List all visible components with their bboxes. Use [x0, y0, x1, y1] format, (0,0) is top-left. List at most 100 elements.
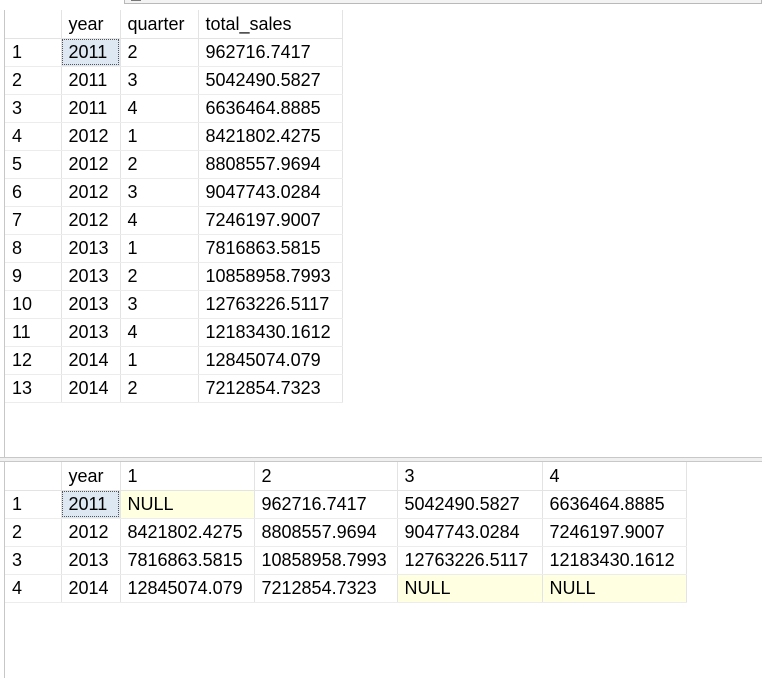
row-number-cell[interactable]: 1	[5, 38, 62, 67]
table-cell[interactable]: 962716.7417	[198, 38, 343, 67]
row-number-cell[interactable]: 2	[5, 518, 62, 547]
table-cell[interactable]: 2	[120, 38, 199, 67]
row-number-cell[interactable]: 6	[5, 178, 62, 207]
table-cell[interactable]: 2011	[61, 490, 121, 519]
table-row[interactable]: 1 2011 NULL 962716.7417 5042490.5827 6636464.…	[5, 490, 687, 519]
column-header-q2[interactable]: 2	[254, 462, 398, 491]
table-cell[interactable]: 2012	[61, 150, 121, 179]
table-cell[interactable]: 2011	[61, 38, 121, 67]
table-row[interactable]: 3 2013 7816863.5815 10858958.7993 12763226.5…	[5, 546, 687, 575]
table-cell[interactable]: 12845074.079	[198, 346, 343, 375]
table-cell[interactable]: 12183430.1612	[542, 546, 687, 575]
row-number-cell[interactable]: 10	[5, 290, 62, 319]
row-number-cell[interactable]: 4	[5, 122, 62, 151]
table-cell[interactable]: 2014	[61, 574, 121, 603]
column-header-q3[interactable]: 3	[397, 462, 543, 491]
result-grid-1[interactable]: year quarter total_sales 1 2011 2 962716.74…	[4, 10, 762, 457]
table-row[interactable]: 6 2012 3 9047743.0284	[5, 178, 343, 207]
table-cell[interactable]: 5042490.5827	[198, 66, 343, 95]
table-cell[interactable]: 2013	[61, 234, 121, 263]
table-cell[interactable]: 1	[120, 234, 199, 263]
result-grid-2[interactable]: year 1 2 3 4 1 2011 NULL 962716.7417 5042490…	[4, 462, 762, 678]
table-cell[interactable]: 2012	[61, 178, 121, 207]
row-number-cell[interactable]: 4	[5, 574, 62, 603]
table-cell[interactable]: 7212854.7323	[254, 574, 398, 603]
table-cell[interactable]: 2011	[61, 94, 121, 123]
table-cell[interactable]: 4	[120, 206, 199, 235]
table-row[interactable]: 12 2014 1 12845074.079	[5, 346, 343, 375]
table-row[interactable]: 13 2014 2 7212854.7323	[5, 374, 343, 403]
column-header-quarter[interactable]: quarter	[120, 10, 199, 39]
row-number-cell[interactable]: 5	[5, 150, 62, 179]
table-cell[interactable]: 8421802.4275	[120, 518, 255, 547]
table-row[interactable]: 3 2011 4 6636464.8885	[5, 94, 343, 123]
table-cell[interactable]: 2013	[61, 318, 121, 347]
table-row[interactable]: 4 2014 12845074.079 7212854.7323 NULL NULL	[5, 574, 687, 603]
table-cell[interactable]: 9047743.0284	[397, 518, 543, 547]
row-number-cell[interactable]: 8	[5, 234, 62, 263]
column-header-total-sales[interactable]: total_sales	[198, 10, 343, 39]
table-row[interactable]: 2 2011 3 5042490.5827	[5, 66, 343, 95]
table-cell[interactable]: 2014	[61, 346, 121, 375]
row-number-cell[interactable]: 9	[5, 262, 62, 291]
table-cell[interactable]: 2012	[61, 122, 121, 151]
row-number-cell[interactable]: 11	[5, 318, 62, 347]
table-row[interactable]: 10 2013 3 12763226.5117	[5, 290, 343, 319]
results-tab[interactable]	[124, 0, 762, 4]
table-cell[interactable]: 8808557.9694	[254, 518, 398, 547]
table-cell[interactable]: 7816863.5815	[120, 546, 255, 575]
table-cell[interactable]: 3	[120, 178, 199, 207]
table-cell[interactable]: 2	[120, 150, 199, 179]
table-cell[interactable]: 962716.7417	[254, 490, 398, 519]
table-cell[interactable]: 2	[120, 374, 199, 403]
table-cell[interactable]: 8808557.9694	[198, 150, 343, 179]
table-row[interactable]: 11 2013 4 12183430.1612	[5, 318, 343, 347]
table-cell[interactable]: NULL	[397, 574, 543, 603]
table-cell[interactable]: NULL	[120, 490, 255, 519]
table-cell[interactable]: 12763226.5117	[397, 546, 543, 575]
row-number-cell[interactable]: 12	[5, 346, 62, 375]
table-row[interactable]: 2 2012 8421802.4275 8808557.9694 9047743.028…	[5, 518, 687, 547]
row-number-cell[interactable]: 1	[5, 490, 62, 519]
table-cell[interactable]: 7212854.7323	[198, 374, 343, 403]
table-row[interactable]: 8 2013 1 7816863.5815	[5, 234, 343, 263]
table-cell[interactable]: 3	[120, 66, 199, 95]
row-number-cell[interactable]: 3	[5, 94, 62, 123]
table-cell[interactable]: 2012	[61, 518, 121, 547]
table-row[interactable]: 7 2012 4 7246197.9007	[5, 206, 343, 235]
table-cell[interactable]: 2013	[61, 290, 121, 319]
table-cell[interactable]: 2013	[61, 262, 121, 291]
column-header-year[interactable]: year	[61, 10, 121, 39]
table-cell[interactable]: 7816863.5815	[198, 234, 343, 263]
table-cell[interactable]: 6636464.8885	[198, 94, 343, 123]
table-cell[interactable]: 2	[120, 262, 199, 291]
table-cell[interactable]: 7246197.9007	[542, 518, 687, 547]
table-cell[interactable]: 4	[120, 94, 199, 123]
table-row[interactable]: 4 2012 1 8421802.4275	[5, 122, 343, 151]
row-number-cell[interactable]: 7	[5, 206, 62, 235]
table-cell[interactable]: 1	[120, 122, 199, 151]
table-row[interactable]: 5 2012 2 8808557.9694	[5, 150, 343, 179]
row-number-cell[interactable]: 2	[5, 66, 62, 95]
table-cell[interactable]: 8421802.4275	[198, 122, 343, 151]
table-cell[interactable]: 10858958.7993	[254, 546, 398, 575]
corner-cell[interactable]	[5, 462, 62, 491]
table-cell[interactable]: 2011	[61, 66, 121, 95]
column-header-q4[interactable]: 4	[542, 462, 687, 491]
corner-cell[interactable]	[5, 10, 62, 39]
table-cell[interactable]: 12763226.5117	[198, 290, 343, 319]
table-cell[interactable]: 12183430.1612	[198, 318, 343, 347]
column-header-q1[interactable]: 1	[120, 462, 255, 491]
table-row[interactable]: 9 2013 2 10858958.7993	[5, 262, 343, 291]
table-cell[interactable]: NULL	[542, 574, 687, 603]
table-cell[interactable]: 5042490.5827	[397, 490, 543, 519]
table-cell[interactable]: 10858958.7993	[198, 262, 343, 291]
table-cell[interactable]: 2013	[61, 546, 121, 575]
table-cell[interactable]: 3	[120, 290, 199, 319]
table-cell[interactable]: 9047743.0284	[198, 178, 343, 207]
row-number-cell[interactable]: 3	[5, 546, 62, 575]
table-cell[interactable]: 2014	[61, 374, 121, 403]
table-cell[interactable]: 6636464.8885	[542, 490, 687, 519]
table-cell[interactable]: 1	[120, 346, 199, 375]
table-row[interactable]: 1 2011 2 962716.7417	[5, 38, 343, 67]
